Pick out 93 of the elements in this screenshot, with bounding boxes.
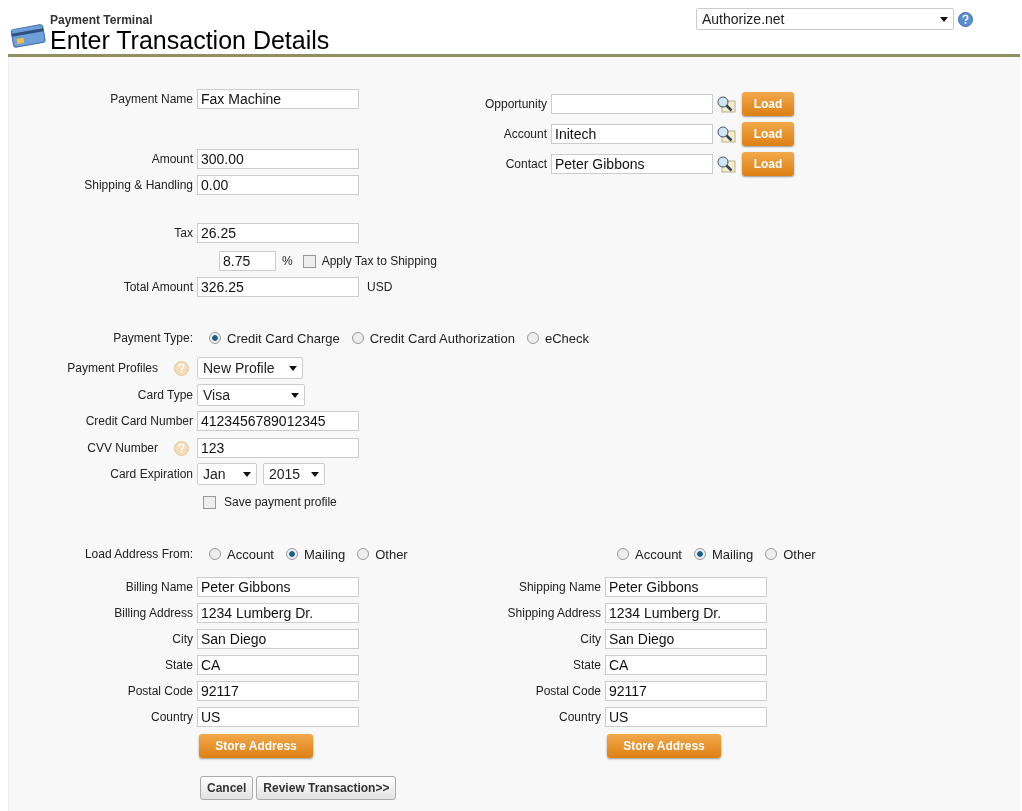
field-label: Amount (150, 152, 194, 166)
radio-label: Other (783, 546, 816, 562)
checkbox-label: Apply Tax to Shipping (321, 254, 437, 268)
radio-label: Account (635, 546, 682, 562)
radio-label: Other (375, 546, 408, 562)
field-label: Card Expiration (109, 467, 194, 481)
dropdown[interactable]: New Profile (197, 357, 303, 379)
text-field[interactable]: 1234 Lumberg Dr. (605, 603, 767, 623)
field-label: Credit Card Number (84, 414, 194, 428)
field-label: Account (502, 127, 548, 141)
search-icon[interactable] (716, 155, 736, 173)
radio-button[interactable] (209, 548, 221, 560)
lookup-field[interactable]: Initech (551, 124, 713, 144)
field-label: Postal Code (534, 684, 602, 698)
field-label: Country (149, 710, 194, 724)
field-label: Shipping & Handling (83, 178, 194, 192)
radio-label: eCheck (544, 330, 590, 346)
action-button[interactable]: Review Transaction>> (256, 776, 397, 800)
checkbox[interactable] (302, 254, 316, 268)
text-field[interactable]: Fax Machine (197, 89, 359, 109)
field-label: Total Amount (122, 280, 194, 294)
field-label: Payment Name (109, 92, 194, 106)
field-label: Payment Type: (112, 331, 194, 345)
percent-sign: % (282, 254, 293, 268)
text-field[interactable]: 0.00 (197, 175, 359, 195)
radio-button[interactable] (351, 332, 364, 344)
field-label: Billing Address (113, 606, 194, 620)
currency-label: USD (367, 280, 393, 294)
action-button[interactable]: Cancel (200, 776, 254, 800)
caret-icon (243, 471, 251, 477)
text-field[interactable]: 1234 Lumberg Dr. (197, 603, 359, 623)
text-field[interactable]: 26.25 (197, 223, 359, 243)
field-label: Country (557, 710, 602, 724)
field-label: Opportunity (483, 97, 548, 111)
checkbox-label: Save payment profile (224, 495, 337, 509)
field-label: Contact (504, 157, 548, 171)
percent-field[interactable]: 8.75 (219, 251, 276, 271)
field-label: Shipping Name (517, 580, 602, 594)
field-label: Card Type (136, 388, 194, 402)
dropdown[interactable]: 2015 (263, 463, 325, 485)
caret-icon (289, 365, 297, 371)
search-icon[interactable] (716, 95, 736, 113)
text-field[interactable]: San Diego (605, 629, 767, 649)
field-label: Payment Profiles (67, 361, 158, 375)
field-label: City (579, 632, 602, 646)
text-field[interactable]: 92117 (197, 681, 359, 701)
field-label: Load Address From: (83, 547, 194, 561)
text-field[interactable]: Peter Gibbons (197, 577, 359, 597)
field-label: Shipping Address (506, 606, 602, 620)
field-label: City (171, 632, 194, 646)
dropdown[interactable]: Jan (197, 463, 257, 485)
field-label: Postal Code (126, 684, 194, 698)
field-label: State (571, 658, 602, 672)
lookup-field[interactable] (551, 94, 713, 114)
radio-button[interactable] (286, 548, 298, 560)
radio-label: Mailing (712, 546, 754, 562)
radio-label: Account (227, 546, 274, 562)
field-label: State (163, 658, 194, 672)
radio-button[interactable] (357, 548, 370, 560)
radio-label: Credit Card Authorization (369, 330, 515, 346)
radio-button[interactable] (209, 332, 221, 344)
caret-icon (940, 16, 948, 22)
text-field[interactable]: CA (197, 655, 359, 675)
caret-icon (311, 471, 319, 477)
text-field[interactable]: CA (605, 655, 767, 675)
radio-button[interactable] (765, 548, 778, 560)
lookup-field[interactable]: Peter Gibbons (551, 154, 713, 174)
text-field[interactable]: 123 (197, 438, 359, 458)
credit-card-icon (10, 22, 46, 48)
radio-button[interactable] (694, 548, 706, 560)
dropdown[interactable]: Visa (197, 384, 305, 406)
field-label: Billing Name (124, 580, 194, 594)
text-field[interactable]: 300.00 (197, 149, 359, 169)
page-title: Enter Transaction Details (50, 27, 330, 54)
radio-label: Credit Card Charge (227, 330, 340, 346)
radio-label: Mailing (304, 546, 346, 562)
text-field[interactable]: 92117 (605, 681, 767, 701)
field-label: CVV Number (87, 441, 158, 455)
text-field[interactable]: US (197, 707, 359, 727)
text-field[interactable]: Peter Gibbons (605, 577, 767, 597)
radio-button[interactable] (617, 548, 629, 560)
text-field[interactable]: San Diego (197, 629, 359, 649)
help-icon[interactable] (958, 11, 973, 27)
page-subtitle: Payment Terminal (50, 13, 154, 27)
text-field[interactable]: 4123456789012345 (197, 411, 359, 431)
text-field[interactable]: US (605, 707, 767, 727)
checkbox[interactable] (203, 495, 216, 509)
caret-icon (291, 392, 299, 398)
radio-button[interactable] (526, 332, 539, 344)
search-icon[interactable] (716, 125, 736, 143)
text-field[interactable]: 326.25 (197, 277, 359, 297)
dropdown[interactable]: Authorize.net (696, 8, 954, 30)
field-label: Tax (173, 226, 194, 240)
